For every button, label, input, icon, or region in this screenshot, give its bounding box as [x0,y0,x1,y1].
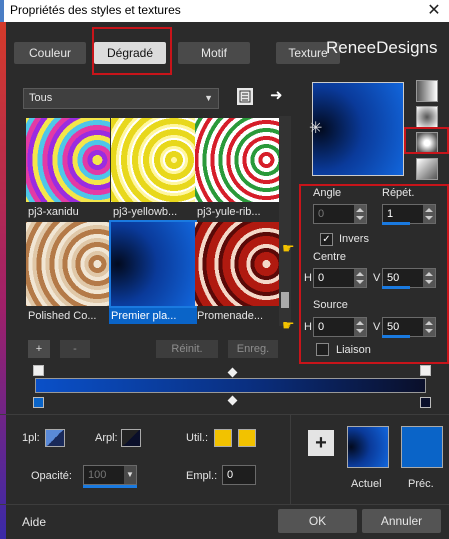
source-v-level [382,335,410,338]
cancel-button[interactable]: Annuler [362,509,441,533]
repeat-stepper[interactable] [423,205,435,223]
tab-highlight [92,27,172,75]
source-v-stepper[interactable] [423,318,435,336]
divider [290,414,291,504]
ipl-label: 1pl: [22,432,40,444]
tab-motif[interactable]: Motif [178,42,250,64]
invert-checkbox[interactable]: ✓ [320,233,333,246]
background-strip [0,22,6,539]
previous-label: Préc. [408,478,434,490]
thumb-promenade[interactable] [195,222,279,306]
thumb-polished-copper[interactable] [26,222,110,306]
opacity-label: Opacité: [31,470,72,482]
opacity-level [83,485,137,488]
source-h-stepper[interactable] [354,318,366,336]
scrollbar-thumb[interactable] [281,292,289,308]
radial-style-icon[interactable] [416,158,438,180]
bg-style-swatch[interactable] [121,429,141,447]
divider [0,414,449,415]
watermark-text: ReneeDesigns [326,38,438,57]
util-label: Util.: [186,432,208,444]
hand-pointer-icon: ☛ [282,317,295,333]
source-label: Source [313,299,348,311]
thumb-pj3-xanidu[interactable] [26,118,110,202]
gradient-preview[interactable] [312,82,404,176]
thumbnail-scrollbar[interactable] [279,116,291,326]
fg-style-swatch[interactable] [45,429,65,447]
add-gradient-button[interactable]: + [28,340,50,358]
previous-swatch[interactable] [401,426,443,468]
category-dropdown[interactable]: Tous ▼ [23,88,219,109]
linear-style-icon[interactable] [416,80,438,102]
repeat-level [382,222,410,225]
recent-color-2[interactable] [238,429,256,447]
color-stop-left[interactable] [33,397,44,408]
center-v-level [382,286,410,289]
center-crosshair-icon[interactable]: ✳ [309,118,322,138]
thumb-label: Polished Co... [28,310,97,322]
chevron-down-icon: ▼ [204,93,213,103]
empl-label: Empl.: [186,470,218,482]
arrow-right-icon[interactable]: ➜ [270,86,288,104]
center-v-label: V [373,272,381,284]
thumb-label-selected: Premier pla... [109,308,197,324]
opacity-stop-left[interactable] [33,365,44,376]
link-label: Liaison [336,344,371,356]
tab-couleur[interactable]: Couleur [14,42,86,64]
repeat-label: Répét. [382,187,415,199]
window-title: Propriétés des styles et textures [10,3,181,17]
source-h-label: H [304,321,312,333]
remove-gradient-button[interactable]: - [60,340,90,358]
thumb-label: pj3-xanidu [28,206,79,218]
hand-pointer-icon: ☛ [282,240,295,256]
center-label: Centre [313,251,347,263]
divider [0,504,449,505]
app-icon [0,0,4,22]
title-bar: Propriétés des styles et textures ✕ [0,0,449,22]
list-view-icon[interactable] [237,88,253,105]
current-swatch[interactable] [347,426,389,468]
center-h-stepper[interactable] [354,269,366,287]
angle-label: Angle [313,187,342,199]
opacity-midpoint[interactable] [227,367,238,378]
category-value: Tous [29,92,53,104]
center-v-stepper[interactable] [423,269,435,287]
current-label: Actuel [351,478,382,490]
empl-field[interactable]: 0 [222,465,256,485]
reset-button[interactable]: Réinit. [156,340,218,358]
color-stop-right[interactable] [420,397,431,408]
add-swatch-button[interactable]: + [308,430,334,456]
style-highlight [404,127,449,154]
gradient-bar[interactable] [35,378,426,393]
thumb-pj3-yule-rib[interactable] [195,118,279,202]
help-link[interactable]: Aide [22,515,46,529]
save-gradient-button[interactable]: Enreg. [228,340,278,358]
invert-label: Invers [339,233,369,245]
thumb-pj3-yellowb[interactable] [111,118,195,202]
ok-button[interactable]: OK [278,509,357,533]
thumb-label: Promenade... [197,310,264,322]
thumb-label: pj3-yellowb... [113,206,178,218]
color-midpoint[interactable] [227,395,238,406]
angle-stepper[interactable] [354,205,366,223]
opacity-stop-right[interactable] [420,365,431,376]
thumb-label: pj3-yule-rib... [197,206,261,218]
center-h-label: H [304,272,312,284]
link-checkbox[interactable] [316,343,329,356]
close-icon[interactable]: ✕ [423,1,445,21]
arpl-label: Arpl: [95,432,118,444]
gradient-library: pj3-xanidu pj3-yellowb... pj3-yule-rib..… [22,116,280,326]
source-v-label: V [373,321,381,333]
recent-color-1[interactable] [214,429,232,447]
thumb-premier-plan[interactable] [109,220,197,308]
chevron-down-icon[interactable]: ▼ [124,466,136,484]
rectangular-style-icon[interactable] [416,106,438,128]
